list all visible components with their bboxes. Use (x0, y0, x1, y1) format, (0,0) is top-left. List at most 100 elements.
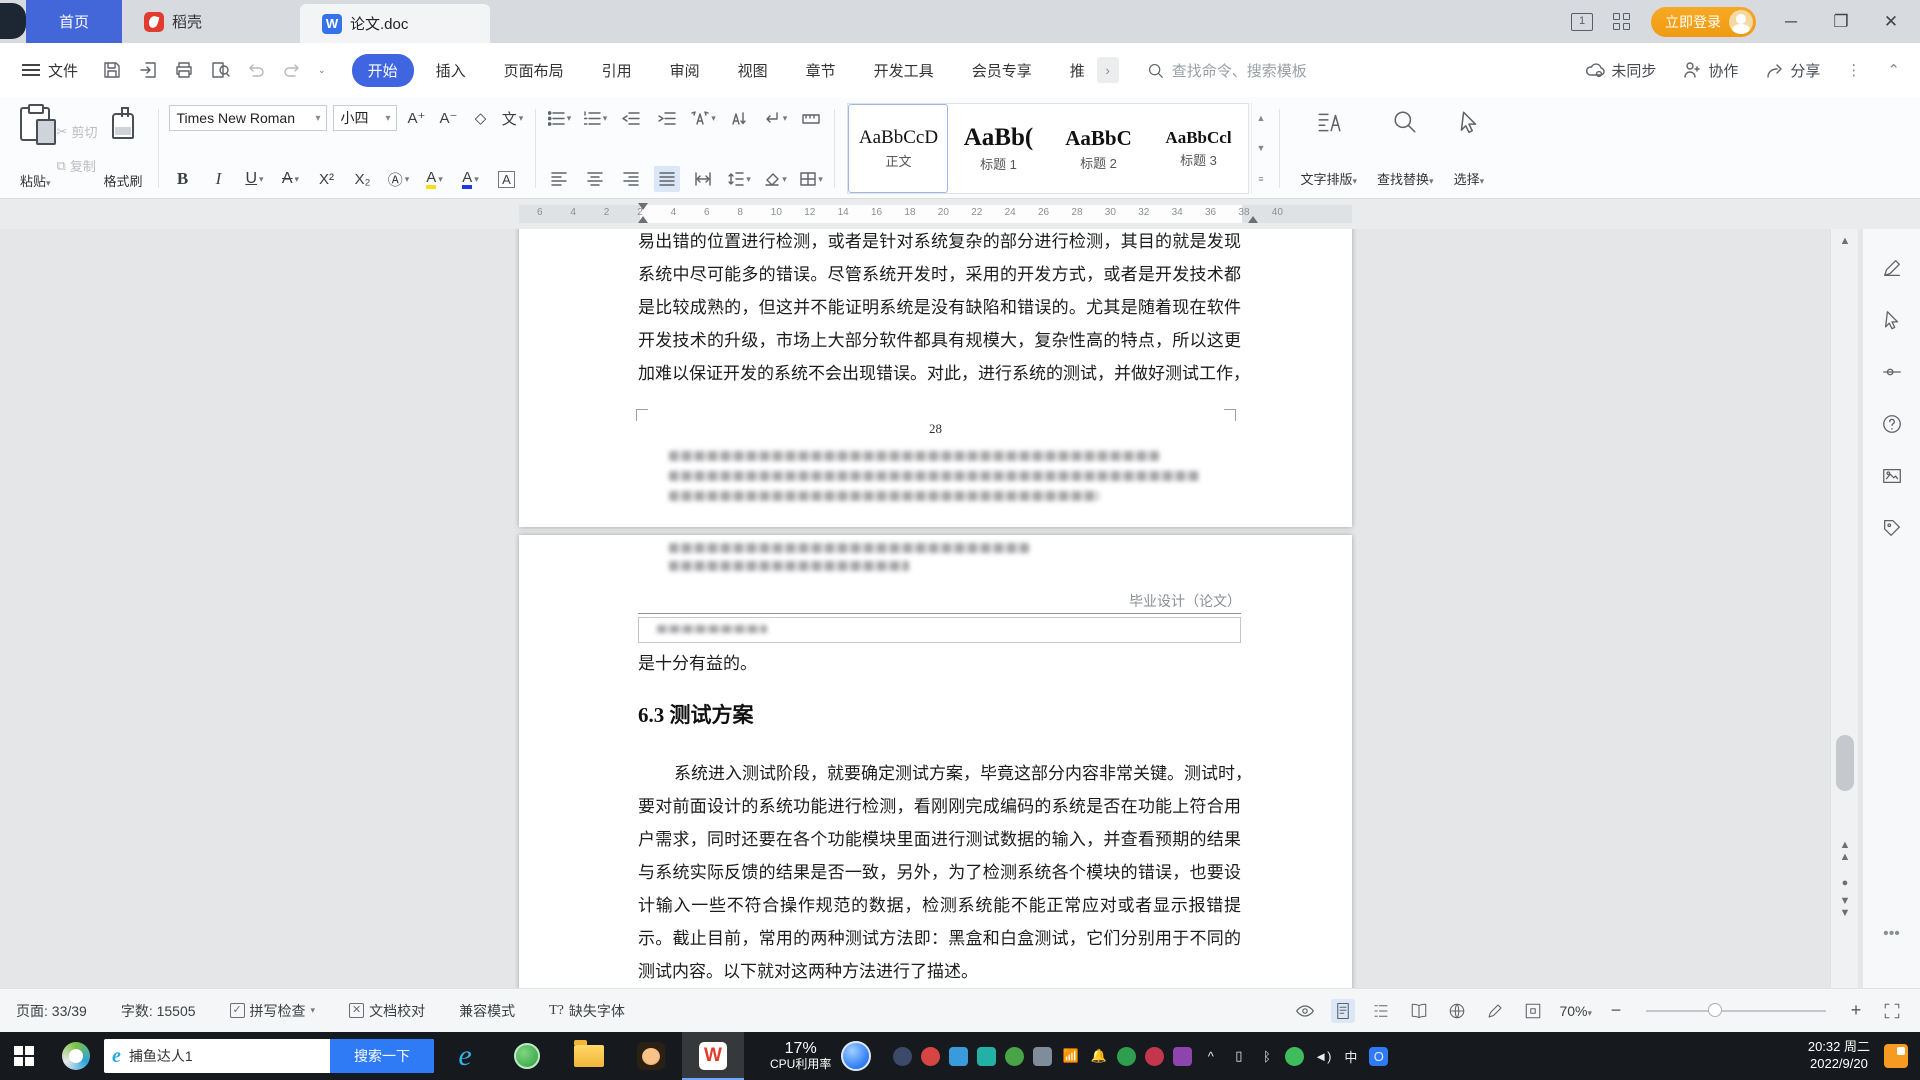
tray-icon-1[interactable] (893, 1046, 913, 1066)
missing-font-indicator[interactable]: T? 缺失字体 (549, 1001, 625, 1021)
format-painter-button[interactable]: 格式刷 (97, 103, 148, 194)
ribbon-tab-视图[interactable]: 视图 (722, 54, 784, 87)
borders-button[interactable]: ▾ (798, 166, 824, 192)
character-border-button[interactable]: A (493, 166, 519, 192)
device-sync-icon[interactable]: 1 (1571, 12, 1593, 31)
proofread-toggle[interactable]: ✕ 文档校对 (349, 1001, 425, 1021)
paste-button[interactable]: 粘贴▾ (14, 103, 57, 194)
ribbon-tab-插入[interactable]: 插入 (420, 54, 482, 87)
show-marks-button[interactable]: ▾ (762, 105, 788, 131)
collaborate-button[interactable]: 协作 (1682, 60, 1738, 81)
highlight-color-button[interactable]: A ▾ (421, 166, 447, 192)
underline-button[interactable]: U ▾ (241, 166, 267, 192)
quick-access-dropdown-icon[interactable]: ⌄ (318, 65, 326, 76)
font-color-button[interactable]: A ▾ (457, 166, 483, 192)
taskbar-clock[interactable]: 20:32 周二 2022/9/20 (1808, 1039, 1870, 1073)
style-标题 1[interactable]: AaBb(标题 1 (948, 104, 1048, 193)
web-layout-icon[interactable] (1445, 999, 1469, 1023)
taskbar-app-game[interactable] (620, 1032, 682, 1080)
phonetic-guide-button[interactable]: 文 ▾ (499, 105, 525, 131)
distribute-button[interactable] (690, 166, 716, 192)
document-page-34[interactable]: 毕业设计（论文） 是十分有益的。 6.3 测试方案 系统进入测试阶段，就要确定测… (519, 535, 1352, 988)
notification-center-icon[interactable] (1884, 1044, 1908, 1068)
tab-docer[interactable]: 稻壳 (122, 0, 224, 43)
ribbon-overflow-button[interactable]: › (1096, 57, 1119, 83)
style-正文[interactable]: AaBbCcD 正文 (848, 104, 949, 193)
shading-button[interactable]: ▾ (762, 166, 788, 192)
volume-icon[interactable]: ◄) (1313, 1047, 1332, 1066)
scroll-up-icon[interactable]: ▲ (1831, 235, 1859, 247)
outline-view-icon[interactable] (1369, 999, 1393, 1023)
taskbar-app-browser[interactable] (496, 1032, 558, 1080)
zoom-value[interactable]: 70%▾ (1559, 1003, 1592, 1019)
tab-document[interactable]: W 论文.doc (300, 4, 491, 43)
pointer-tool-icon[interactable] (1879, 307, 1905, 333)
increase-indent-button[interactable] (654, 105, 680, 131)
ribbon-tab-审阅[interactable]: 审阅 (654, 54, 716, 87)
zoom-out-button[interactable]: − (1606, 1000, 1626, 1021)
ribbon-tab-推[interactable]: 推 (1054, 54, 1101, 87)
enclose-character-button[interactable]: Ⓐ ▾ (385, 166, 411, 192)
wechat-icon[interactable] (1285, 1046, 1305, 1066)
next-page-icon[interactable]: ▼ ▼ (1831, 895, 1859, 919)
subscript-button[interactable]: X₂ (349, 166, 375, 192)
bluetooth-icon[interactable]: ᛒ (1257, 1047, 1276, 1066)
copy-button[interactable]: ⧉ 复制 (57, 153, 98, 179)
text-direction-button[interactable] (726, 105, 752, 131)
vertical-scrollbar[interactable]: ▲ ▲ ▲ ● ▼ ▼ (1830, 229, 1858, 988)
zoom-in-button[interactable]: + (1846, 1000, 1866, 1021)
page-view-icon[interactable] (1331, 998, 1356, 1023)
document-canvas[interactable]: 易出错的位置进行检测，或者是针对系统复杂的部分进行检测，其目的就是发现 系统中尽可… (0, 229, 1920, 988)
hanging-indent-marker[interactable] (638, 216, 648, 223)
ribbon-tab-页面布局[interactable]: 页面布局 (488, 54, 580, 87)
ribbon-tab-章节[interactable]: 章节 (790, 54, 852, 87)
eye-protect-icon[interactable] (1293, 999, 1317, 1023)
zoom-knob[interactable] (1708, 1002, 1722, 1017)
redo-icon[interactable] (282, 60, 302, 80)
login-button[interactable]: 立即登录 (1651, 6, 1756, 37)
save-icon[interactable] (102, 60, 122, 80)
horizontal-ruler[interactable]: L 64224681012141618202224262830323436384… (0, 199, 1920, 420)
side-launcher-notch[interactable] (0, 3, 26, 39)
tray-icon-18[interactable]: O (1369, 1046, 1389, 1066)
file-menu[interactable]: 文件 (48, 60, 78, 81)
more-tools-icon[interactable]: ••• (1879, 921, 1905, 947)
ribbon-tab-开发工具[interactable]: 开发工具 (858, 54, 950, 87)
tray-icon-2[interactable] (921, 1046, 941, 1066)
style-gallery-up-icon[interactable]: ▲ (1257, 113, 1266, 123)
compat-mode-indicator[interactable]: 兼容模式 (459, 1001, 515, 1021)
page-select-dot[interactable]: ● (1831, 877, 1859, 889)
ribbon-tab-开始[interactable]: 开始 (351, 53, 414, 87)
annotate-pen-icon[interactable] (1879, 255, 1905, 281)
input-method-indicator[interactable]: 中 (1341, 1047, 1360, 1066)
decrease-indent-button[interactable] (618, 105, 644, 131)
line-spacing-button[interactable]: ▾ (726, 166, 752, 192)
cut-button[interactable]: ✂ 剪切 (57, 119, 98, 145)
page-indicator[interactable]: 页面: 33/39 (16, 1001, 87, 1021)
style-标题 3[interactable]: AaBbCcl 标题 3 (1148, 104, 1248, 193)
close-button[interactable]: ✕ (1876, 12, 1906, 32)
word-count[interactable]: 字数: 15505 (121, 1001, 196, 1021)
tray-icon-4[interactable] (977, 1046, 997, 1066)
bold-button[interactable]: B (169, 166, 195, 192)
read-mode-icon[interactable] (1407, 999, 1431, 1023)
scrollbar-thumb[interactable] (1836, 735, 1854, 791)
help-icon[interactable] (1879, 411, 1905, 437)
tab-home[interactable]: 首页 (26, 0, 122, 43)
tray-icon-5[interactable] (1005, 1046, 1025, 1066)
fit-window-icon[interactable] (1521, 999, 1545, 1023)
align-right-button[interactable] (618, 166, 644, 192)
restore-button[interactable]: ❐ (1826, 12, 1856, 32)
ink-pen-icon[interactable] (1483, 999, 1507, 1023)
text-layout-button[interactable]: 文字排版▾ (1290, 103, 1367, 194)
italic-button[interactable]: I (205, 166, 231, 192)
export-icon[interactable] (138, 60, 158, 80)
fullscreen-icon[interactable] (1880, 999, 1904, 1023)
undo-icon[interactable] (246, 60, 266, 80)
bullet-list-button[interactable]: ▾ (546, 105, 572, 131)
speed-ball-icon[interactable] (841, 1041, 872, 1071)
print-preview-icon[interactable] (210, 60, 230, 80)
command-search[interactable]: 查找命令、搜索模板 (1147, 60, 1307, 81)
style-gallery-more-icon[interactable]: ≡ (1258, 174, 1263, 184)
numbered-list-button[interactable]: ▾ (582, 105, 608, 131)
